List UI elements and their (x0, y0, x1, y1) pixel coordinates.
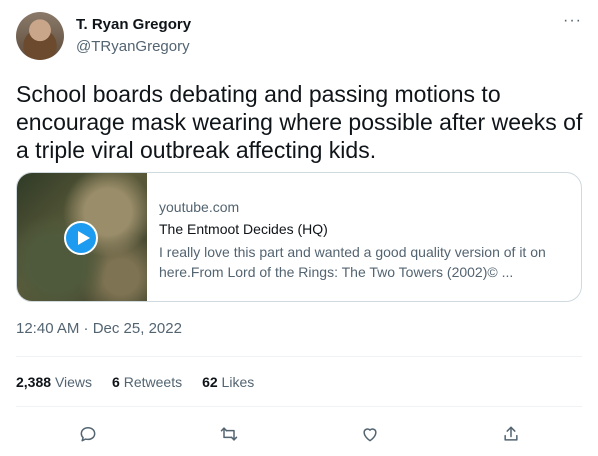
link-card[interactable]: youtube.com The Entmoot Decides (HQ) I r… (16, 172, 582, 302)
like-button[interactable] (354, 418, 386, 450)
like-icon (363, 428, 377, 442)
likes-stat[interactable]: 62 Likes (202, 374, 254, 390)
card-thumbnail (17, 173, 147, 301)
reply-button[interactable] (72, 418, 104, 450)
views-stat: 2,388 Views (16, 374, 92, 390)
reply-icon (80, 427, 96, 442)
play-icon[interactable] (64, 221, 98, 255)
likes-label: Likes (221, 374, 255, 390)
retweet-icon (220, 427, 238, 441)
divider (16, 356, 582, 357)
divider (16, 406, 582, 407)
tweet-text: School boards debating and passing motio… (16, 81, 583, 163)
tweet-stats: 2,388 Views 6 Retweets 62 Likes (16, 374, 254, 390)
card-description: I really love this part and wanted a goo… (159, 244, 546, 280)
likes-count: 62 (202, 374, 218, 390)
more-icon[interactable]: ··· (563, 12, 583, 32)
retweet-button[interactable] (213, 418, 245, 450)
avatar[interactable] (16, 12, 64, 60)
retweets-count: 6 (112, 374, 120, 390)
share-icon (504, 426, 518, 441)
views-count: 2,388 (16, 374, 52, 390)
views-label: Views (54, 374, 93, 390)
card-body: youtube.com The Entmoot Decides (HQ) I r… (159, 197, 569, 282)
retweets-stat[interactable]: 6 Retweets (112, 374, 182, 390)
tweet-actions (16, 418, 582, 450)
card-title: The Entmoot Decides (HQ) (159, 221, 328, 237)
card-domain: youtube.com (159, 199, 240, 215)
tweet-timestamp[interactable]: 12:40 AM · Dec 25, 2022 (16, 320, 182, 337)
author-handle[interactable]: @TRyanGregory (76, 38, 190, 55)
retweets-label: Retweets (123, 374, 183, 390)
author-name[interactable]: T. Ryan Gregory (76, 16, 191, 33)
share-button[interactable] (495, 418, 527, 450)
